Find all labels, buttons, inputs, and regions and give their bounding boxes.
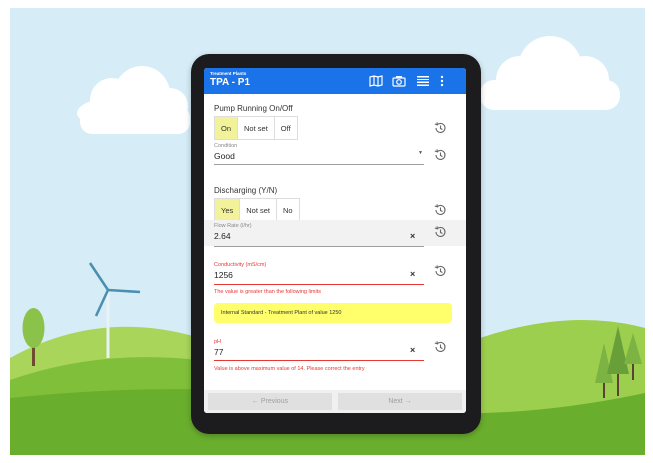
flow-rate-underline <box>214 246 424 247</box>
discharging-segmented-control: Yes Not set No <box>214 198 300 222</box>
pump-segmented-control: On Not set Off <box>214 116 298 140</box>
ph-value: 77 <box>214 347 224 357</box>
app-screen: Treatment Plants TPA - P1 Pump Running O… <box>204 68 466 413</box>
condition-underline <box>214 164 424 165</box>
conductivity-clear-icon[interactable]: × <box>410 269 415 279</box>
ph-clear-icon[interactable]: × <box>410 345 415 355</box>
condition-field[interactable]: Condition Good <box>214 143 424 161</box>
history-icon[interactable] <box>433 121 447 135</box>
tablet-device: Treatment Plants TPA - P1 Pump Running O… <box>191 54 481 434</box>
more-vert-icon[interactable] <box>440 75 444 87</box>
form-content: Pump Running On/Off On Not set Off Condi… <box>204 94 466 390</box>
app-title: TPA - P1 <box>210 77 251 88</box>
discharging-option-no[interactable]: No <box>277 199 299 221</box>
limit-note-banner: Internal Standard - Treatment Plant of v… <box>214 303 452 323</box>
ph-label: pH <box>214 339 222 345</box>
flow-rate-value: 2.64 <box>214 231 231 241</box>
map-icon[interactable] <box>369 75 383 87</box>
dropdown-caret-icon[interactable]: ▼ <box>418 150 423 156</box>
pump-option-off[interactable]: Off <box>275 117 297 139</box>
history-icon[interactable] <box>433 264 447 278</box>
flow-rate-field[interactable]: Flow Rate (l/hr) 2.64 <box>214 223 424 241</box>
app-subtitle: Treatment Plants <box>210 71 247 76</box>
conductivity-value: 1256 <box>214 270 233 280</box>
cloud-right <box>480 36 620 110</box>
next-button[interactable]: Next → <box>338 393 462 410</box>
conductivity-field[interactable]: Conductivity (mS/cm) 1256 <box>214 262 424 280</box>
condition-label: Condition <box>214 143 238 149</box>
ph-field[interactable]: pH 77 <box>214 339 424 357</box>
pump-label: Pump Running On/Off <box>214 104 293 113</box>
pump-option-not-set[interactable]: Not set <box>238 117 275 139</box>
conductivity-error-text: The value is greater than the following … <box>214 289 321 295</box>
barcode-icon[interactable] <box>416 75 430 87</box>
background-scene: Treatment Plants TPA - P1 Pump Running O… <box>10 8 645 455</box>
camera-icon[interactable] <box>392 75 406 87</box>
flow-rate-clear-icon[interactable]: × <box>410 231 415 241</box>
discharging-label: Discharging (Y/N) <box>214 186 278 195</box>
ph-error-text: Value is above maximum value of 14. Plea… <box>214 366 365 372</box>
ph-underline <box>214 360 424 361</box>
discharging-option-yes[interactable]: Yes <box>215 199 241 221</box>
flow-rate-label: Flow Rate (l/hr) <box>214 223 252 229</box>
condition-value: Good <box>214 151 235 161</box>
discharging-option-not-set[interactable]: Not set <box>240 199 278 221</box>
conductivity-label: Conductivity (mS/cm) <box>214 262 267 268</box>
history-icon[interactable] <box>433 225 447 239</box>
app-bar: Treatment Plants TPA - P1 <box>204 68 466 94</box>
history-icon[interactable] <box>433 203 447 217</box>
pump-option-on[interactable]: On <box>215 117 239 139</box>
bottom-nav-bar: ← Previous Next → <box>204 390 466 413</box>
cloud-left <box>77 66 190 134</box>
conductivity-underline <box>214 284 424 285</box>
history-icon[interactable] <box>433 148 447 162</box>
history-icon[interactable] <box>433 340 447 354</box>
previous-button[interactable]: ← Previous <box>208 393 332 410</box>
